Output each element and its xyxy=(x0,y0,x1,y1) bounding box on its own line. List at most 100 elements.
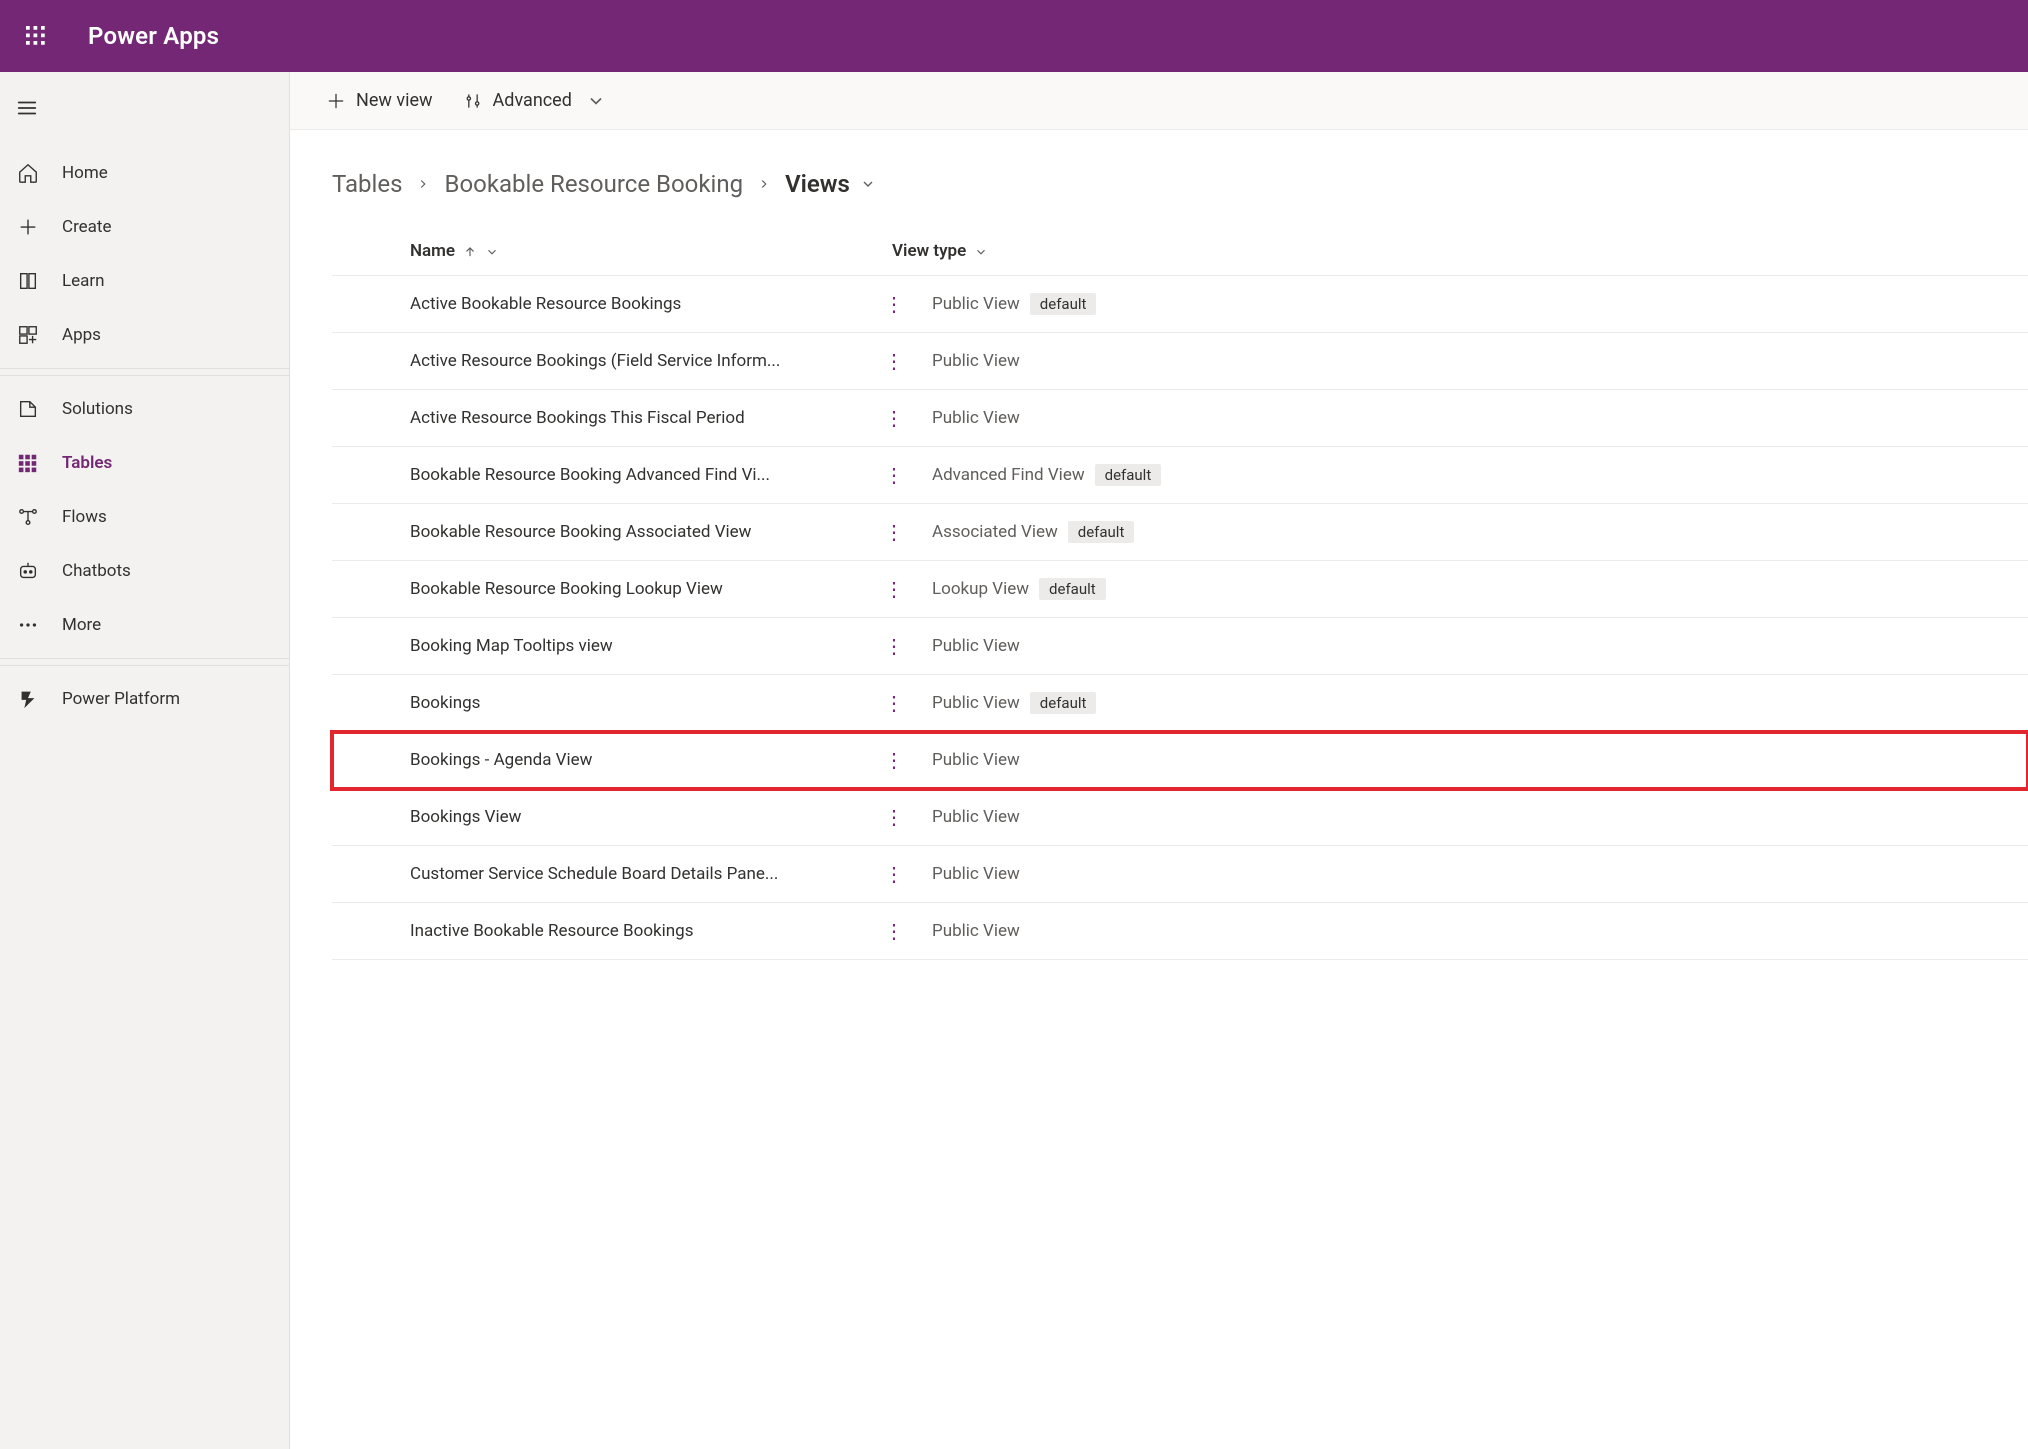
nav-item-solutions[interactable]: Solutions xyxy=(0,382,289,436)
nav-item-chatbots[interactable]: Chatbots xyxy=(0,544,289,598)
suite-title: Power Apps xyxy=(88,22,219,50)
row-more-button[interactable]: ⋮ xyxy=(884,636,904,656)
column-header-viewtype[interactable]: View type xyxy=(892,241,1232,261)
advanced-button[interactable]: Advanced xyxy=(459,84,610,117)
tables-icon xyxy=(16,451,40,475)
suite-header: Power Apps xyxy=(0,0,2028,72)
view-type-label: Public View xyxy=(932,351,1020,371)
chevron-down-icon xyxy=(586,91,606,111)
table-row[interactable]: Booking Map Tooltips view⋮ Public View xyxy=(332,618,2028,675)
cell-view-name[interactable]: Active Resource Bookings This Fiscal Per… xyxy=(332,408,892,428)
row-more-button[interactable]: ⋮ xyxy=(884,408,904,428)
nav-item-label: Chatbots xyxy=(62,561,131,581)
table-row[interactable]: Active Resource Bookings This Fiscal Per… xyxy=(332,390,2028,447)
nav-item-more[interactable]: More xyxy=(0,598,289,652)
cell-view-type: Lookup Viewdefault xyxy=(892,578,1362,600)
nav-item-label: Tables xyxy=(62,453,112,473)
cell-view-type: Associated Viewdefault xyxy=(892,521,1362,543)
cell-view-name[interactable]: Bookable Resource Booking Associated Vie… xyxy=(332,522,892,542)
cell-view-name[interactable]: Bookings - Agenda View xyxy=(332,750,892,770)
table-row[interactable]: Active Bookable Resource Bookings⋮Public… xyxy=(332,276,2028,333)
column-header-label: View type xyxy=(892,241,966,261)
nav-item-tables[interactable]: Tables xyxy=(0,436,289,490)
breadcrumb-entity[interactable]: Bookable Resource Booking xyxy=(444,170,743,198)
chevron-down-icon xyxy=(485,244,499,258)
cell-view-name[interactable]: Active Bookable Resource Bookings xyxy=(332,294,892,314)
new-view-button[interactable]: New view xyxy=(322,84,437,117)
view-type-label: Public View xyxy=(932,693,1020,713)
row-more-button[interactable]: ⋮ xyxy=(884,807,904,827)
sliders-icon xyxy=(463,91,483,111)
cell-view-name[interactable]: Inactive Bookable Resource Bookings xyxy=(332,921,892,941)
apps-icon xyxy=(16,323,40,347)
default-badge: default xyxy=(1030,692,1097,714)
default-badge: default xyxy=(1039,578,1106,600)
cell-view-name[interactable]: Bookings xyxy=(332,693,892,713)
row-more-button[interactable]: ⋮ xyxy=(884,750,904,770)
table-row[interactable]: Bookable Resource Booking Advanced Find … xyxy=(332,447,2028,504)
table-row[interactable]: Customer Service Schedule Board Details … xyxy=(332,846,2028,903)
hamburger-icon xyxy=(16,97,38,119)
flows-icon xyxy=(16,505,40,529)
row-more-button[interactable]: ⋮ xyxy=(884,522,904,542)
row-more-button[interactable]: ⋮ xyxy=(884,864,904,884)
command-bar: New view Advanced xyxy=(290,72,2028,130)
command-label: New view xyxy=(356,90,433,111)
view-type-label: Public View xyxy=(932,636,1020,656)
row-more-button[interactable]: ⋮ xyxy=(884,579,904,599)
view-type-label: Advanced Find View xyxy=(932,465,1085,485)
home-icon xyxy=(16,161,40,185)
row-more-button[interactable]: ⋮ xyxy=(884,294,904,314)
view-type-label: Public View xyxy=(932,921,1020,941)
cell-view-name[interactable]: Booking Map Tooltips view xyxy=(332,636,892,656)
view-type-label: Public View xyxy=(932,807,1020,827)
view-type-label: Public View xyxy=(932,408,1020,428)
cell-view-type: Public View xyxy=(892,351,1362,371)
cell-view-name[interactable]: Active Resource Bookings (Field Service … xyxy=(332,351,892,371)
cell-view-type: Public Viewdefault xyxy=(892,293,1362,315)
breadcrumb-tables[interactable]: Tables xyxy=(332,170,402,198)
column-header-label: Name xyxy=(410,241,455,261)
nav-item-power-platform[interactable]: Power Platform xyxy=(0,672,289,726)
cell-view-name[interactable]: Bookings View xyxy=(332,807,892,827)
nav-item-create[interactable]: Create xyxy=(0,200,289,254)
nav-item-learn[interactable]: Learn xyxy=(0,254,289,308)
table-row[interactable]: Active Resource Bookings (Field Service … xyxy=(332,333,2028,390)
chevron-down-icon[interactable] xyxy=(860,176,876,192)
default-badge: default xyxy=(1095,464,1162,486)
table-row[interactable]: Bookings - Agenda View⋮ Public View xyxy=(332,732,2028,789)
cell-view-name[interactable]: Bookable Resource Booking Advanced Find … xyxy=(332,465,892,485)
row-more-button[interactable]: ⋮ xyxy=(884,693,904,713)
cell-view-name[interactable]: Bookable Resource Booking Lookup View xyxy=(332,579,892,599)
table-row[interactable]: Bookable Resource Booking Lookup View⋮Lo… xyxy=(332,561,2028,618)
row-more-button[interactable]: ⋮ xyxy=(884,921,904,941)
plus-icon xyxy=(16,215,40,239)
default-badge: default xyxy=(1068,521,1135,543)
table-row[interactable]: Bookings⋮ Public View default xyxy=(332,675,2028,732)
cell-view-type: Public View xyxy=(892,408,1362,428)
nav-collapse-button[interactable] xyxy=(0,82,289,134)
nav-item-home[interactable]: Home xyxy=(0,146,289,200)
cell-view-type: Public View xyxy=(892,864,1362,884)
command-label: Advanced xyxy=(493,90,572,111)
row-more-button[interactable]: ⋮ xyxy=(884,351,904,371)
view-type-label: Public View xyxy=(932,864,1020,884)
left-nav: Home Create Learn Apps xyxy=(0,72,290,1449)
nav-item-apps[interactable]: Apps xyxy=(0,308,289,362)
column-header-name[interactable]: Name xyxy=(332,241,892,261)
table-row[interactable]: Inactive Bookable Resource Bookings⋮ Publ… xyxy=(332,903,2028,960)
breadcrumb: Tables Bookable Resource Booking Views xyxy=(290,130,2028,226)
chevron-right-icon xyxy=(416,177,430,191)
sort-ascending-icon xyxy=(463,244,477,258)
cell-view-type: Public View xyxy=(892,921,1362,941)
cell-view-name[interactable]: Customer Service Schedule Board Details … xyxy=(332,864,892,884)
app-launcher-button[interactable] xyxy=(12,12,60,60)
waffle-icon xyxy=(26,26,46,46)
table-row[interactable]: Bookable Resource Booking Associated Vie… xyxy=(332,504,2028,561)
row-more-button[interactable]: ⋮ xyxy=(884,465,904,485)
table-row[interactable]: Bookings View⋮ Public View xyxy=(332,789,2028,846)
nav-item-flows[interactable]: Flows xyxy=(0,490,289,544)
cell-view-type: Public View default xyxy=(892,692,1362,714)
view-type-label: Public View xyxy=(932,750,1020,770)
nav-item-label: More xyxy=(62,615,101,635)
